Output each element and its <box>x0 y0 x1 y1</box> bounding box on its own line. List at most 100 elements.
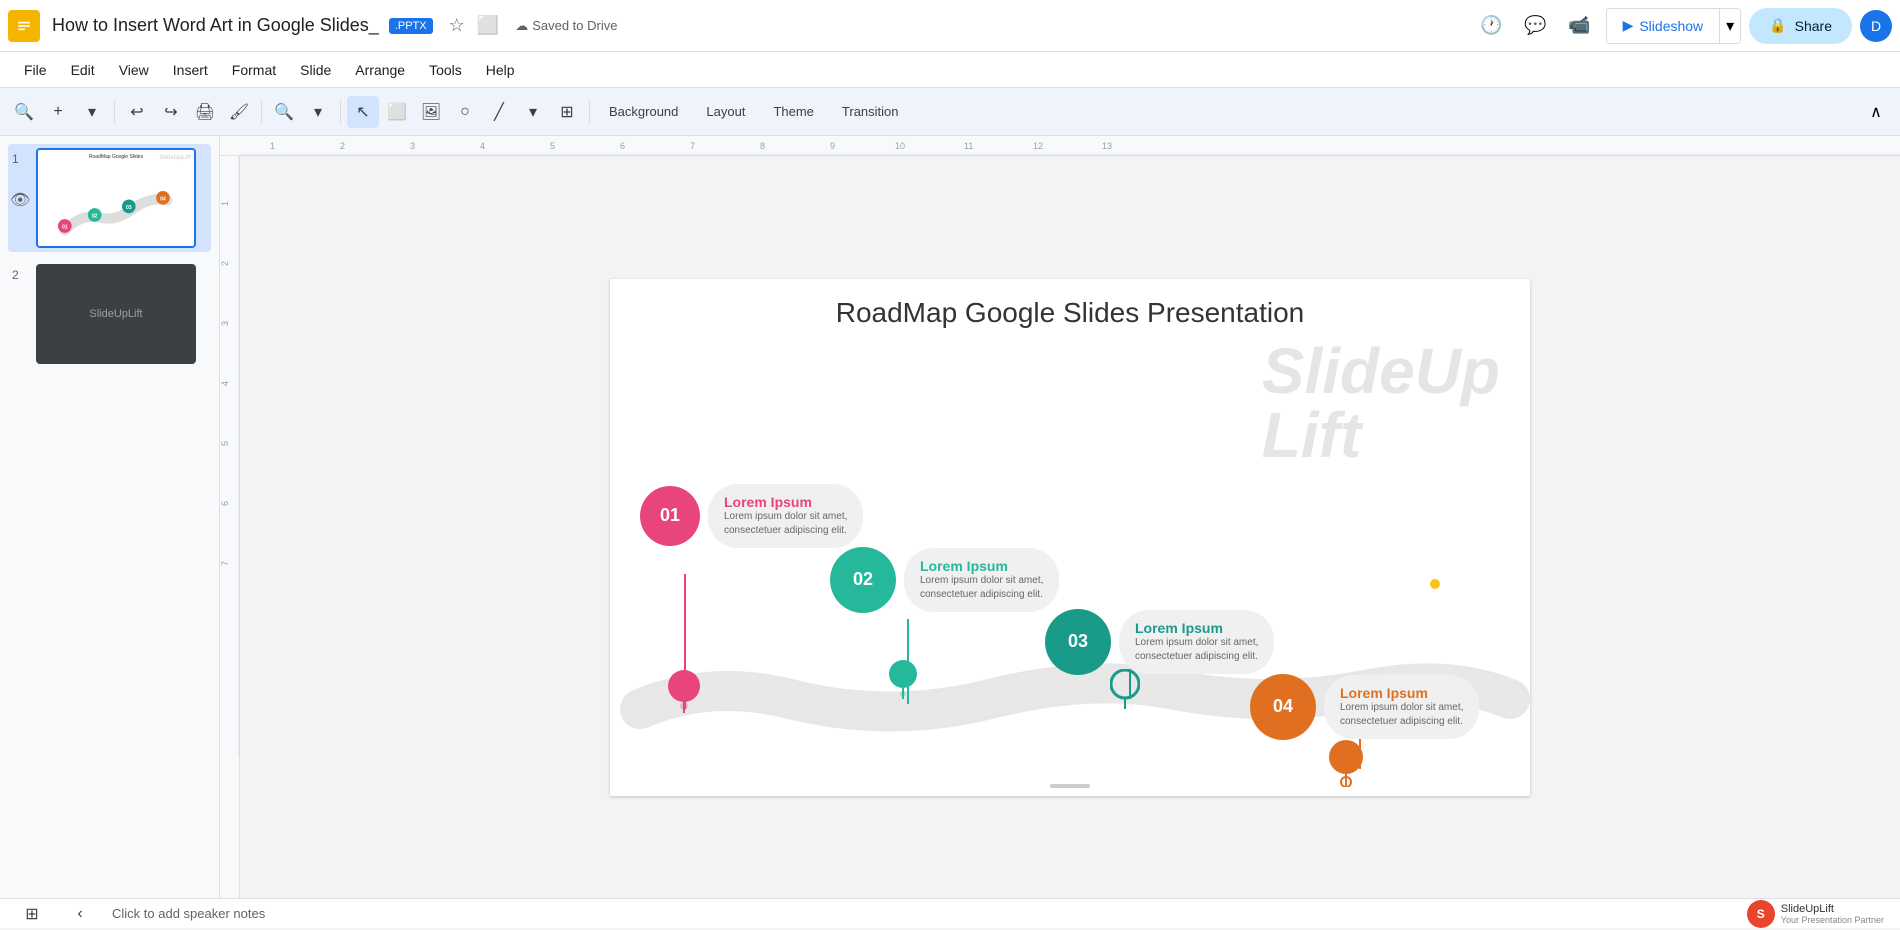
toolbar-divider-1 <box>114 100 115 124</box>
slideuplift-logo: S SlideUpLift Your Presentation Partner <box>1747 900 1884 928</box>
svg-text:03: 03 <box>126 205 132 211</box>
paint-format-btn[interactable]: 🖌 <box>223 96 255 128</box>
meet-icon[interactable]: 📹 <box>1562 8 1598 44</box>
shapes-btn[interactable]: ○ <box>449 96 481 128</box>
svg-text:04: 04 <box>160 196 166 202</box>
comments-icon[interactable]: 💬 <box>1518 8 1554 44</box>
menu-insert[interactable]: Insert <box>161 56 220 84</box>
svg-text:1: 1 <box>270 141 275 151</box>
milestone-4: 04 Lorem Ipsum Lorem ipsum dolor sit ame… <box>1250 674 1479 740</box>
menu-bar: File Edit View Insert Format Slide Arran… <box>0 52 1900 88</box>
history-icon[interactable]: 🕐 <box>1474 8 1510 44</box>
status-bar: ⊞ ‹ Click to add speaker notes S SlideUp… <box>0 898 1900 928</box>
background-btn[interactable]: Background <box>596 96 691 128</box>
milestone-1: 01 Lorem Ipsum Lorem ipsum dolor sit ame… <box>640 484 863 548</box>
svg-text:4: 4 <box>220 381 230 386</box>
undo-btn[interactable]: ↩ <box>121 96 153 128</box>
milestone-circle-3: 03 <box>1045 609 1111 675</box>
milestone-title-4: Lorem Ipsum <box>1340 685 1463 701</box>
top-ruler: 1 2 3 4 5 6 7 8 9 10 11 12 13 <box>220 136 1900 156</box>
canvas-area[interactable]: RoadMap Google Slides Presentation Slide… <box>240 156 1900 898</box>
collapse-toolbar-btn[interactable]: ∧ <box>1860 96 1892 128</box>
zoom-dropdown-btn[interactable]: ▾ <box>76 96 108 128</box>
svg-text:6: 6 <box>620 141 625 151</box>
milestone-circle-2: 02 <box>830 547 896 613</box>
slide-thumbnail-2[interactable]: 2 SlideUpLift <box>8 260 211 368</box>
star-icon[interactable]: ☆ <box>449 15 465 36</box>
lines-dropdown-btn[interactable]: ▾ <box>517 96 549 128</box>
print-btn[interactable]: 🖨 <box>189 96 221 128</box>
toolbar-divider-2 <box>261 100 262 124</box>
milestone-circle-4: 04 <box>1250 674 1316 740</box>
menu-help[interactable]: Help <box>474 56 527 84</box>
svg-text:3: 3 <box>220 321 230 326</box>
toolbar: 🔍 + ▾ ↩ ↪ 🖨 🖌 🔍 ▾ ↖ ⬜ 🖼 ○ ╱ ▾ ⊞ Backgrou… <box>0 88 1900 136</box>
slideshow-button[interactable]: ▶ Slideshow <box>1606 8 1721 44</box>
zoom-level-btn[interactable]: 🔍 <box>268 96 300 128</box>
zoom-pct-btn[interactable]: ▾ <box>302 96 334 128</box>
grid-view-btn[interactable]: ⊞ <box>16 898 48 930</box>
save-to-drive-icon[interactable]: ⬜ <box>477 15 499 36</box>
menu-tools[interactable]: Tools <box>417 56 474 84</box>
menu-arrange[interactable]: Arrange <box>343 56 417 84</box>
cloud-icon: ☁ <box>515 18 528 34</box>
toolbar-divider-3 <box>340 100 341 124</box>
pin-3 <box>1110 669 1140 714</box>
lock-icon: 🔒 <box>1769 17 1786 34</box>
pin-2 <box>888 659 918 704</box>
slide-canvas: RoadMap Google Slides Presentation Slide… <box>610 279 1530 796</box>
slide-thumbnail-1[interactable]: 1 RoadMap Google Slides SlideUpLift 01 0… <box>8 144 211 252</box>
svg-text:4: 4 <box>480 141 485 151</box>
svg-text:5: 5 <box>220 441 230 446</box>
slide-image-1: RoadMap Google Slides SlideUpLift 01 02 … <box>36 148 196 248</box>
transition-btn[interactable]: Transition <box>829 96 912 128</box>
topbar-right: 🕐 💬 📹 ▶ Slideshow ▾ 🔒 Share D <box>1474 8 1892 44</box>
menu-format[interactable]: Format <box>220 56 288 84</box>
milestone-bubble-4: Lorem Ipsum Lorem ipsum dolor sit amet,c… <box>1324 675 1479 739</box>
menu-file[interactable]: File <box>12 56 59 84</box>
milestone-bubble-1: Lorem Ipsum Lorem ipsum dolor sit amet,c… <box>708 484 863 548</box>
left-ruler: 1 2 3 4 5 6 7 <box>220 156 240 898</box>
layout-btn[interactable]: Layout <box>693 96 758 128</box>
app-icon <box>8 10 40 42</box>
redo-btn[interactable]: ↪ <box>155 96 187 128</box>
milestone-text-3: Lorem ipsum dolor sit amet,consectetuer … <box>1135 636 1258 664</box>
menu-slide[interactable]: Slide <box>288 56 343 84</box>
slide-title: RoadMap Google Slides Presentation <box>610 279 1530 329</box>
slide-num-1: 1 <box>12 148 28 166</box>
svg-text:9: 9 <box>830 141 835 151</box>
share-button[interactable]: 🔒 Share <box>1749 8 1852 44</box>
search-toolbar-btn[interactable]: 🔍 <box>8 96 40 128</box>
theme-btn[interactable]: Theme <box>760 96 826 128</box>
svg-text:3: 3 <box>410 141 415 151</box>
pin-4 <box>1328 739 1364 792</box>
speaker-notes-area[interactable]: Click to add speaker notes <box>112 906 1731 921</box>
svg-text:6: 6 <box>220 501 230 506</box>
avatar[interactable]: D <box>1860 10 1892 42</box>
milestone-bubble-2: Lorem Ipsum Lorem ipsum dolor sit amet,c… <box>904 548 1059 612</box>
milestone-text-1: Lorem ipsum dolor sit amet,consectetuer … <box>724 510 847 538</box>
chevron-down-icon: ▾ <box>1726 16 1734 36</box>
svg-text:10: 10 <box>895 141 905 151</box>
sidebar-toggle-btn[interactable]: ‹ <box>64 898 96 930</box>
milestone-2: 02 Lorem Ipsum Lorem ipsum dolor sit ame… <box>830 547 1059 613</box>
lines-btn[interactable]: ╱ <box>483 96 515 128</box>
image-btn[interactable]: 🖼 <box>415 96 447 128</box>
zoom-in-btn[interactable]: + <box>42 96 74 128</box>
top-bar: How to Insert Word Art in Google Slides_… <box>0 0 1900 52</box>
select-frame-btn[interactable]: ⬜ <box>381 96 413 128</box>
slide-num-2: 2 <box>12 264 28 282</box>
watermark: SlideUpLift <box>1262 339 1500 467</box>
svg-text:13: 13 <box>1102 141 1112 151</box>
select-tool-btn[interactable]: ↖ <box>347 96 379 128</box>
svg-text:2: 2 <box>340 141 345 151</box>
pin-1 <box>667 669 701 718</box>
milestone-text-4: Lorem ipsum dolor sit amet,consectetuer … <box>1340 701 1463 729</box>
menu-edit[interactable]: Edit <box>59 56 107 84</box>
svg-text:01: 01 <box>62 225 68 231</box>
slide-image-2: SlideUpLift <box>36 264 196 364</box>
textbox-btn[interactable]: ⊞ <box>551 96 583 128</box>
eye-icon[interactable]: 👁 <box>10 190 30 210</box>
menu-view[interactable]: View <box>107 56 161 84</box>
slideshow-dropdown[interactable]: ▾ <box>1720 8 1741 44</box>
